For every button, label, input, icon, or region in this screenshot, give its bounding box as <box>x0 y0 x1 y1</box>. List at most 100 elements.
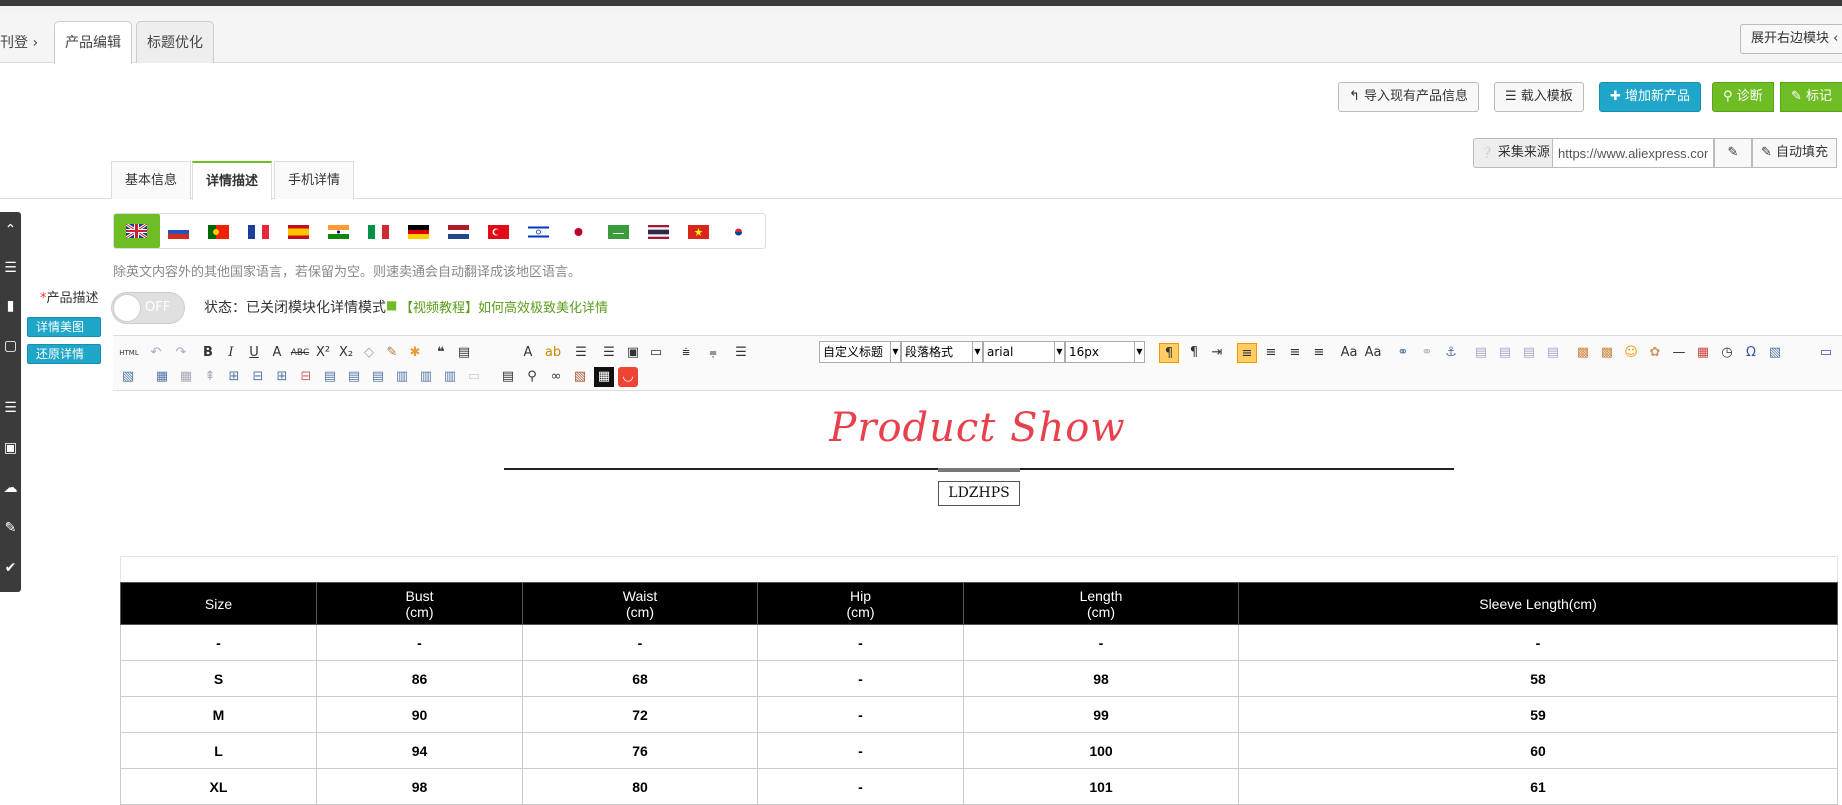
time-icon[interactable]: ◷ <box>1717 343 1737 363</box>
russia-flag-icon[interactable] <box>168 225 189 239</box>
insert-col-icon[interactable]: ⊞ <box>272 367 292 387</box>
emotion-icon[interactable]: ☺ <box>1621 343 1641 363</box>
italic-icon[interactable]: I <box>221 343 241 363</box>
list-icon[interactable]: ☰ <box>0 390 21 426</box>
paste-word-icon[interactable]: ▧ <box>570 367 590 387</box>
redo-icon[interactable]: ↷ <box>171 343 191 363</box>
clear-doc-icon[interactable]: ▭ <box>646 343 666 363</box>
bold-icon[interactable]: B <box>198 343 218 363</box>
preview-icon[interactable]: ⚲ <box>522 367 542 387</box>
eraser-icon[interactable]: ◇ <box>359 343 379 363</box>
font-size-select[interactable]: 16px ▼ <box>1065 341 1145 363</box>
france-flag-icon[interactable] <box>248 225 269 239</box>
delete-row-icon[interactable]: ⊟ <box>248 367 268 387</box>
align-left-icon[interactable]: ≡ <box>1237 343 1257 363</box>
ordered-list-icon[interactable]: ☰ <box>571 343 591 363</box>
tab-title-optimize[interactable]: 标题优化 <box>136 21 214 63</box>
font-border-icon[interactable]: A <box>267 343 287 363</box>
diagnose-button[interactable]: ⚲ 诊断 <box>1712 82 1774 112</box>
modular-detail-toggle[interactable]: OFF <box>111 292 185 324</box>
menu-icon[interactable]: ☰ <box>0 250 21 286</box>
load-template-button[interactable]: ☰ 载入模板 <box>1494 82 1584 112</box>
turkey-flag-icon[interactable] <box>488 225 509 239</box>
file-icon[interactable]: ▮ <box>0 288 21 324</box>
ltr-icon[interactable]: ¶ <box>1159 343 1179 363</box>
tab-mobile-detail[interactable]: 手机详情 <box>274 161 355 199</box>
auto-typeset-icon[interactable]: ✱ <box>405 343 425 363</box>
japan-flag-icon[interactable] <box>568 225 589 239</box>
insert-row-icon[interactable]: ⊞ <box>224 367 244 387</box>
html-source-button[interactable]: HTML <box>118 343 140 363</box>
format-brush-icon[interactable]: ✎ <box>382 343 402 363</box>
saudi-flag-icon[interactable] <box>608 225 629 239</box>
scrawl-icon[interactable]: ✿ <box>1645 343 1665 363</box>
india-flag-icon[interactable] <box>328 225 349 239</box>
image-right-icon[interactable]: ▤ <box>1519 343 1539 363</box>
template-icon[interactable]: ▧ <box>118 367 138 387</box>
copy-icon[interactable]: ▢ <box>0 328 21 364</box>
save-icon[interactable]: ▣ <box>0 430 21 466</box>
breadcrumb[interactable]: 刊登 › <box>0 32 38 52</box>
chevron-up-icon[interactable]: ⌃ <box>0 212 21 248</box>
search-replace-icon[interactable]: ▧ <box>1765 343 1785 363</box>
merge-down-icon[interactable]: ▤ <box>368 367 388 387</box>
custom-heading-select[interactable]: 自定义标题 ▼ <box>819 341 901 363</box>
anchor-icon[interactable]: ⚓ <box>1441 343 1461 363</box>
uppercase-icon[interactable]: Aa <box>1339 343 1359 363</box>
select-all-icon[interactable]: ▣ <box>623 343 643 363</box>
multi-image-icon[interactable]: ▩ <box>1597 343 1617 363</box>
split-rows-icon[interactable]: ▥ <box>416 367 436 387</box>
paragraph-format-select[interactable]: 段落格式 ▼ <box>901 341 983 363</box>
font-family-select[interactable]: arial ▼ <box>983 341 1065 363</box>
unordered-list-icon[interactable]: ☰ <box>599 343 619 363</box>
unlink-icon[interactable]: ⚭ <box>1417 343 1437 363</box>
grid-icon[interactable]: ▦ <box>594 367 614 387</box>
print-icon[interactable]: ▤ <box>498 367 518 387</box>
expand-right-button[interactable]: 展开右边模块 ‹ <box>1740 24 1842 54</box>
import-product-button[interactable]: ↰ 导入现有产品信息 <box>1338 82 1480 112</box>
insert-paragraph-icon[interactable]: ⇞ <box>200 367 220 387</box>
thailand-flag-icon[interactable] <box>648 225 669 239</box>
delete-col-icon[interactable]: ⊟ <box>296 367 316 387</box>
israel-flag-icon[interactable] <box>528 225 549 239</box>
merge-cells-icon[interactable]: ▤ <box>320 367 340 387</box>
undo-icon[interactable]: ↶ <box>146 343 166 363</box>
lowercase-icon[interactable]: Aa <box>1363 343 1383 363</box>
link-icon[interactable]: ⚭ <box>1393 343 1413 363</box>
tab-detail-desc[interactable]: 详情描述 <box>192 161 273 200</box>
beautify-detail-button[interactable]: 详情美图 <box>27 317 101 337</box>
table-props-icon[interactable]: ▭ <box>464 367 484 387</box>
align-justify-icon[interactable]: ≡ <box>1309 343 1329 363</box>
germany-flag-icon[interactable] <box>408 225 429 239</box>
indent-icon[interactable]: ⇥ <box>1207 343 1227 363</box>
shop-icon[interactable]: ◡ <box>618 367 638 387</box>
paste-text-icon[interactable]: ▤ <box>454 343 474 363</box>
tab-basic-info[interactable]: 基本信息 <box>111 161 192 199</box>
binoculars-icon[interactable]: ∞ <box>546 367 566 387</box>
blockquote-icon[interactable]: ❝ <box>431 343 451 363</box>
restore-detail-button[interactable]: 还原详情 <box>27 344 101 364</box>
korea-flag-icon[interactable] <box>728 225 749 239</box>
tutorial-link[interactable]: 【视频教程】如何高效极致美化详情 <box>400 297 608 316</box>
insert-table-icon[interactable]: ▦ <box>152 367 172 387</box>
split-cols-icon[interactable]: ▥ <box>440 367 460 387</box>
italy-flag-icon[interactable] <box>368 225 389 239</box>
insert-image-icon[interactable]: ▩ <box>1573 343 1593 363</box>
line-height-icon[interactable]: ☰ <box>731 343 751 363</box>
merge-right-icon[interactable]: ▤ <box>344 367 364 387</box>
special-char-icon[interactable]: Ω <box>1741 343 1761 363</box>
spain-flag-icon[interactable] <box>288 225 309 239</box>
portugal-flag-icon[interactable] <box>208 225 229 239</box>
superscript-icon[interactable]: X² <box>313 343 333 363</box>
underline-icon[interactable]: U <box>244 343 264 363</box>
align-right-icon[interactable]: ≡ <box>1285 343 1305 363</box>
strikethrough-icon[interactable]: ABC <box>290 343 310 363</box>
subscript-icon[interactable]: X₂ <box>336 343 356 363</box>
background-color-icon[interactable]: ab <box>543 343 563 363</box>
date-icon[interactable]: ▦ <box>1693 343 1713 363</box>
align-center-icon[interactable]: ≡ <box>1261 343 1281 363</box>
image-left-icon[interactable]: ▤ <box>1495 343 1515 363</box>
image-none-icon[interactable]: ▤ <box>1471 343 1491 363</box>
netherlands-flag-icon[interactable] <box>448 225 469 239</box>
delete-table-icon[interactable]: ▦ <box>176 367 196 387</box>
